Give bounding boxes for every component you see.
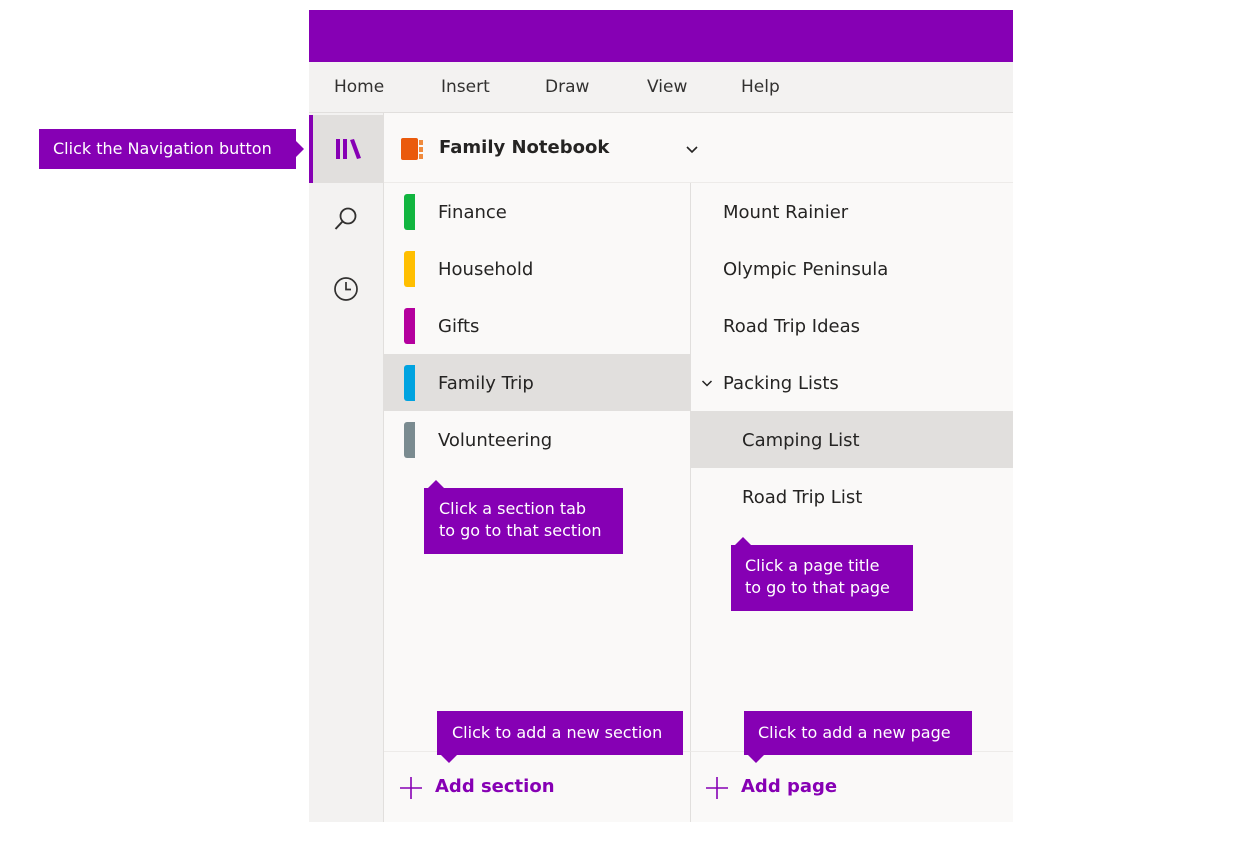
section-callout-line1: Click a section tab <box>439 499 587 518</box>
notebook-icon <box>401 138 423 160</box>
section-tab-finance[interactable]: Finance <box>384 183 690 240</box>
menu-insert[interactable]: Insert <box>441 77 490 97</box>
add-section-callout-text: Click to add a new section <box>452 723 663 742</box>
navigation-button[interactable] <box>309 115 383 183</box>
section-tab-family-trip[interactable]: Family Trip <box>384 354 690 411</box>
library-icon <box>336 139 361 159</box>
add-section-label: Add section <box>435 776 555 797</box>
menu-home[interactable]: Home <box>334 77 384 97</box>
section-callout-line2: to go to that section <box>439 521 602 540</box>
add-page-callout-text: Click to add a new page <box>758 723 951 742</box>
search-button[interactable] <box>309 185 383 253</box>
section-tab-household[interactable]: Household <box>384 240 690 297</box>
section-color-tab <box>404 365 415 401</box>
section-color-tab <box>404 308 415 344</box>
notebook-title: Family Notebook <box>439 137 610 158</box>
menu-draw[interactable]: Draw <box>545 77 589 97</box>
section-label: Volunteering <box>438 430 553 451</box>
page-callout-line1: Click a page title <box>745 556 880 575</box>
page-item-packing-lists[interactable]: Packing Lists <box>691 354 1013 411</box>
plus-icon <box>706 777 728 799</box>
add-page-callout: Click to add a new page <box>744 711 972 763</box>
section-tab-gifts[interactable]: Gifts <box>384 297 690 354</box>
navigation-callout: Click the Navigation button <box>39 129 304 169</box>
section-label: Gifts <box>438 316 480 337</box>
menu-help[interactable]: Help <box>741 77 780 97</box>
page-title-callout: Click a page title to go to that page <box>731 537 913 611</box>
add-section-callout: Click to add a new section <box>437 711 683 763</box>
navigation-rail <box>309 113 384 822</box>
section-label: Family Trip <box>438 373 534 394</box>
callout-arrow <box>428 480 444 488</box>
page-label: Packing Lists <box>723 373 839 394</box>
section-label: Finance <box>438 202 507 223</box>
page-label: Mount Rainier <box>723 202 849 223</box>
title-bar <box>309 10 1013 62</box>
page-label: Road Trip Ideas <box>723 316 861 337</box>
search-icon <box>334 207 357 230</box>
clock-icon <box>334 277 358 301</box>
section-color-tab <box>404 194 415 230</box>
callout-arrow <box>735 537 751 545</box>
add-section-button[interactable]: Add section <box>384 751 690 822</box>
ribbon-menu-bar: Home Insert Draw View Help <box>309 62 1013 113</box>
notebook-header[interactable]: Family Notebook <box>384 113 1013 183</box>
page-callout-line2: to go to that page <box>745 578 890 597</box>
chevron-down-icon[interactable] <box>701 379 713 388</box>
navigation-callout-text: Click the Navigation button <box>53 139 272 158</box>
add-page-label: Add page <box>741 776 838 797</box>
page-label: Olympic Peninsula <box>723 259 889 280</box>
callout-arrow <box>748 755 764 763</box>
section-tab-callout: Click a section tab to go to that sectio… <box>424 480 623 554</box>
recent-notes-button[interactable] <box>309 255 383 323</box>
page-item-mount-rainier[interactable]: Mount Rainier <box>691 183 1013 240</box>
section-color-tab <box>404 422 415 458</box>
menu-view[interactable]: View <box>647 77 687 97</box>
plus-icon <box>400 777 422 799</box>
chevron-down-icon[interactable] <box>685 145 699 155</box>
callout-arrow <box>296 141 304 157</box>
section-tab-volunteering[interactable]: Volunteering <box>384 411 690 468</box>
onenote-app-window: Home Insert Draw View Help Family Notebo… <box>309 10 1013 822</box>
page-label: Road Trip List <box>742 487 863 508</box>
page-item-olympic-peninsula[interactable]: Olympic Peninsula <box>691 240 1013 297</box>
page-item-road-trip-ideas[interactable]: Road Trip Ideas <box>691 297 1013 354</box>
callout-arrow <box>441 755 457 763</box>
section-label: Household <box>438 259 534 280</box>
page-item-road-trip-list[interactable]: Road Trip List <box>691 468 1013 525</box>
page-item-camping-list[interactable]: Camping List <box>691 411 1013 468</box>
section-color-tab <box>404 251 415 287</box>
add-page-button[interactable]: Add page <box>690 751 1013 822</box>
page-label: Camping List <box>742 430 860 451</box>
